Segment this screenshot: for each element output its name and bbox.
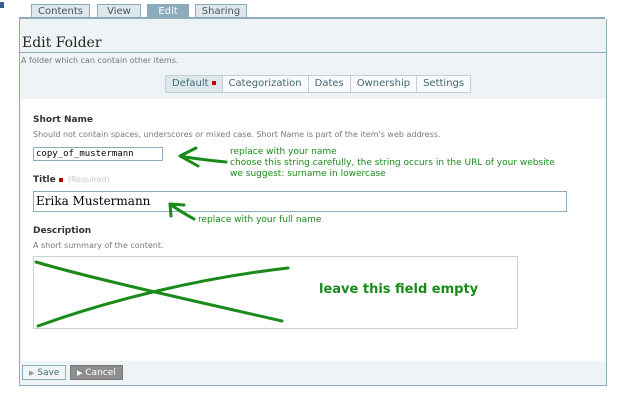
subtab-settings[interactable]: Settings (416, 76, 470, 92)
note-choose-carefully: choose this string carefully, the string… (230, 158, 555, 168)
edit-panel: Edit Folder A folder which can contain o… (19, 19, 607, 386)
title-divider (20, 52, 606, 53)
save-label: Save (37, 368, 60, 378)
subtab-ownership[interactable]: Ownership (349, 76, 416, 92)
save-button[interactable]: ▶ Save (22, 365, 66, 380)
title-input[interactable]: Erika Mustermann (33, 191, 567, 212)
description-label: Description (33, 226, 92, 236)
description-help: A short summary of the content. (33, 241, 164, 250)
subtab-categorization[interactable]: Categorization (221, 76, 308, 92)
title-label: Title (Required) (33, 175, 110, 185)
form-area: Short Name Should not contain spaces, un… (21, 99, 605, 361)
note-leave-empty: leave this field empty (319, 282, 479, 297)
short-name-help: Should not contain spaces, underscores o… (33, 130, 441, 139)
title-label-text: Title (33, 175, 56, 185)
note-suggest-surname: we suggest: surname in lowercase (230, 169, 386, 179)
title-required-hint: (Required) (67, 175, 110, 184)
subtab-default[interactable]: Default (166, 76, 222, 92)
note-replace-name: replace with your name (230, 147, 337, 157)
page-description: A folder which can contain other items. (21, 56, 179, 65)
subtab-dates[interactable]: Dates (307, 76, 350, 92)
required-marker (58, 177, 63, 182)
short-name-value: copy_of_mustermann (36, 149, 134, 159)
short-name-label: Short Name (33, 115, 94, 125)
tab-sharing[interactable]: Sharing (195, 4, 247, 18)
tab-contents[interactable]: Contents (31, 4, 90, 18)
cancel-button[interactable]: ▶ Cancel (70, 365, 123, 380)
note-full-name: replace with your full name (198, 215, 322, 225)
corner-marker (0, 2, 4, 8)
title-value: Erika Mustermann (36, 194, 151, 208)
play-icon: ▶ (29, 369, 35, 377)
required-marker (211, 81, 216, 85)
cancel-label: Cancel (85, 368, 116, 378)
play-icon: ▶ (77, 369, 83, 377)
fieldset-tabs: Default Categorization Dates Ownership S… (165, 75, 472, 93)
subtab-label: Default (172, 78, 209, 89)
page-title: Edit Folder (22, 35, 102, 51)
tab-view[interactable]: View (97, 4, 141, 18)
short-name-input[interactable]: copy_of_mustermann (33, 147, 163, 161)
tab-edit[interactable]: Edit (147, 4, 189, 18)
